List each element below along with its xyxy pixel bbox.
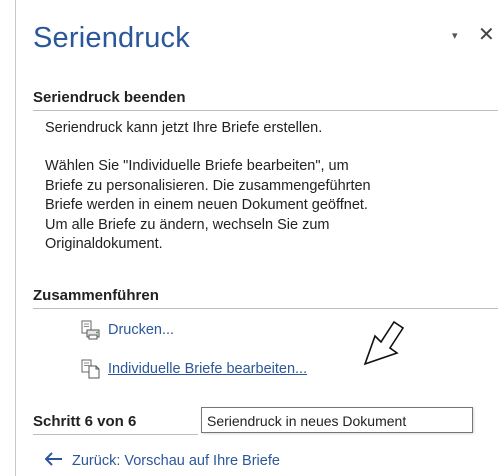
pane-title: Seriendruck xyxy=(33,22,190,54)
section-divider xyxy=(33,308,498,309)
tooltip: Seriendruck in neues Dokument xyxy=(201,407,473,433)
instruction-line: Um alle Briefe zu ändern, wechseln Sie z… xyxy=(45,216,330,233)
finish-instructions: Wählen Sie "Individuelle Briefe bearbeit… xyxy=(45,157,485,255)
instruction-line: Briefe werden in einem neuen Dokument ge… xyxy=(45,197,368,213)
instruction-line: Wählen Sie "Individuelle Briefe bearbeit… xyxy=(45,158,349,174)
close-icon[interactable]: ✕ xyxy=(478,22,495,47)
section-heading-finish: Seriendruck beenden xyxy=(33,89,186,106)
edit-document-icon xyxy=(80,359,100,379)
edit-individual-letters-link[interactable]: Individuelle Briefe bearbeiten... xyxy=(108,361,307,377)
left-arrow-icon xyxy=(44,450,63,471)
instruction-line: Originaldokument. xyxy=(45,236,163,252)
instruction-line: Briefe zu personalisieren. Die zusammeng… xyxy=(45,177,371,194)
section-heading-merge: Zusammenführen xyxy=(33,287,159,304)
back-link[interactable]: Zurück: Vorschau auf Ihre Briefe xyxy=(44,450,280,471)
step-indicator: Schritt 6 von 6 xyxy=(33,413,137,430)
finish-info-line: Seriendruck kann jetzt Ihre Briefe erste… xyxy=(45,120,323,136)
edit-individual-letters-action[interactable]: Individuelle Briefe bearbeiten... xyxy=(80,359,307,379)
pane-options-dropdown-icon[interactable]: ▾ xyxy=(452,29,458,42)
back-link-label[interactable]: Zurück: Vorschau auf Ihre Briefe xyxy=(72,453,280,469)
print-merge-icon xyxy=(80,320,100,340)
mouse-cursor-icon xyxy=(363,320,405,366)
print-label: Drucken... xyxy=(108,322,175,338)
section-divider xyxy=(33,434,198,435)
print-action[interactable]: Drucken... xyxy=(80,320,174,340)
section-divider xyxy=(33,110,498,111)
